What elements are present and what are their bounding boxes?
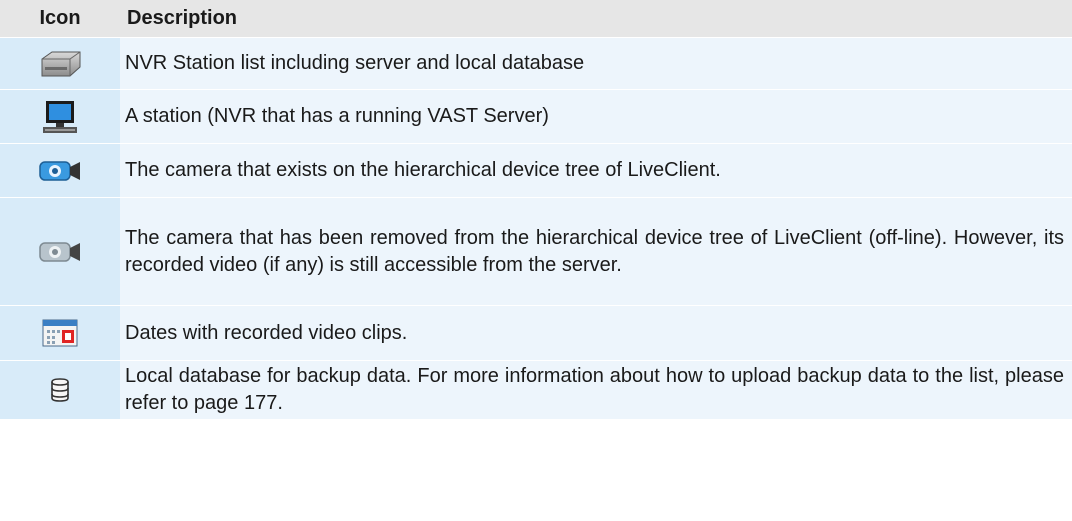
header-icon: Icon <box>0 0 120 38</box>
description-cell: NVR Station list including server and lo… <box>120 37 1072 90</box>
description-cell: Local database for backup data. For more… <box>120 360 1072 419</box>
icon-cell <box>0 197 120 306</box>
table-row: Dates with recorded video clips. <box>0 305 1072 361</box>
icon-cell <box>0 360 120 419</box>
camera-online-icon <box>38 160 82 182</box>
icon-cell <box>0 89 120 144</box>
table-row: Local database for backup data. For more… <box>0 360 1072 419</box>
description-cell: Dates with recorded video clips. <box>120 305 1072 361</box>
table-row: A station (NVR that has a running VAST S… <box>0 89 1072 144</box>
table-row: The camera that exists on the hierarchic… <box>0 143 1072 198</box>
station-monitor-icon <box>42 100 78 134</box>
icon-cell <box>0 143 120 198</box>
table-row: The camera that has been removed from th… <box>0 197 1072 306</box>
table-row: NVR Station list including server and lo… <box>0 37 1072 90</box>
calendar-dates-icon <box>42 319 78 347</box>
icon-cell <box>0 305 120 361</box>
nvr-station-list-icon <box>38 49 82 79</box>
camera-offline-icon <box>38 241 82 263</box>
database-icon <box>50 377 70 402</box>
header-description: Description <box>120 0 1072 38</box>
table-header-row: Icon Description <box>0 0 1072 38</box>
icon-cell <box>0 37 120 90</box>
icon-description-table: Icon Description NVR Station list includ… <box>0 0 1072 419</box>
description-cell: The camera that exists on the hierarchic… <box>120 143 1072 198</box>
description-cell: The camera that has been removed from th… <box>120 197 1072 306</box>
description-cell: A station (NVR that has a running VAST S… <box>120 89 1072 144</box>
